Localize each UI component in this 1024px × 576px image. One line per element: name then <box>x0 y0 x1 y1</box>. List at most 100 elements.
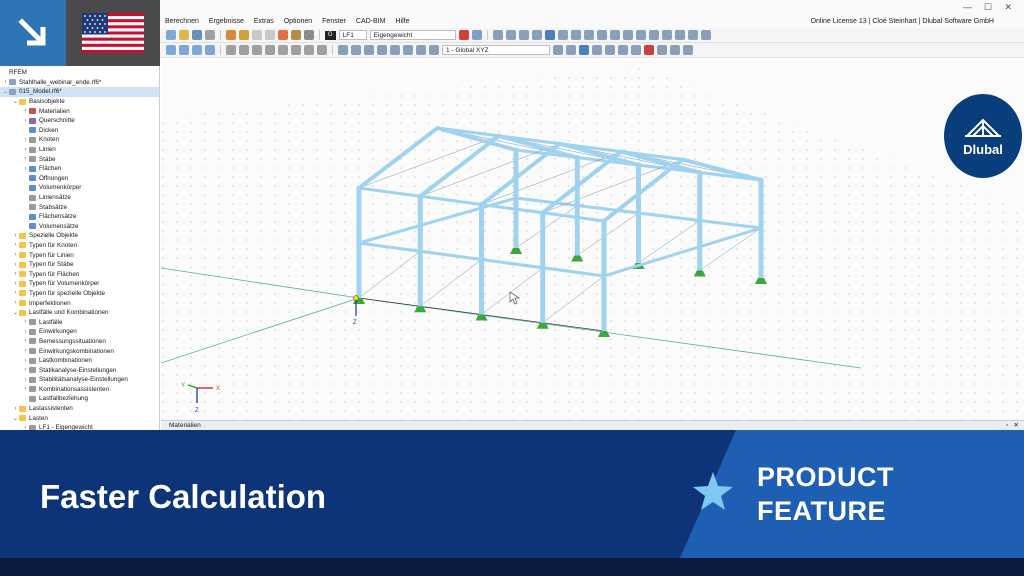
layer-icon[interactable] <box>674 30 685 40</box>
minimize-button[interactable]: — <box>963 2 972 12</box>
measure-icon[interactable] <box>648 30 659 40</box>
grid-icon[interactable] <box>622 30 633 40</box>
tree-toggle-icon[interactable]: › <box>2 79 9 85</box>
tree-toggle-icon[interactable]: › <box>12 262 19 268</box>
coordinate-system-combo[interactable]: 1 - Global XYZ <box>442 45 550 55</box>
eye-icon[interactable] <box>618 45 628 55</box>
mirror-icon[interactable] <box>239 45 249 55</box>
tree-item[interactable]: ⌄ Lastfälle und Kombinationen <box>0 308 159 318</box>
tree-item[interactable]: ⌄ Lasten <box>0 413 159 423</box>
panel-restore-icon[interactable]: ▫ <box>1006 421 1008 430</box>
tree-item[interactable]: › Imperfektionen <box>0 298 159 308</box>
tree-item[interactable]: › Lastfälle <box>0 317 159 327</box>
tree-item[interactable]: › Stabilitätsanalyse-Einstellungen <box>0 375 159 385</box>
table-icon[interactable] <box>304 30 314 40</box>
load-case-id-combo[interactable]: LF1 <box>338 30 367 40</box>
model-viewport[interactable]: Z X Y Z Dlubal <box>161 58 1024 420</box>
tree-toggle-icon[interactable]: › <box>12 290 19 296</box>
more-icon[interactable] <box>683 45 693 55</box>
tree-item[interactable]: RFEM <box>0 68 159 78</box>
tree-toggle-icon[interactable]: › <box>22 377 29 383</box>
tree-toggle-icon[interactable]: › <box>22 147 29 153</box>
tree-item[interactable]: › Typen für Volumenkörper <box>0 279 159 289</box>
select-icon[interactable] <box>166 45 176 55</box>
tree-toggle-icon[interactable]: › <box>12 233 19 239</box>
tree-toggle-icon[interactable]: › <box>22 319 29 325</box>
snap-icon[interactable] <box>635 30 646 40</box>
tree-item[interactable]: › Typen für spezielle Objekte <box>0 289 159 299</box>
section-icon[interactable] <box>583 30 594 40</box>
menu-optionen[interactable]: Optionen <box>279 18 317 25</box>
tree-item[interactable]: Volumenkörper <box>0 183 159 193</box>
menu-extras[interactable]: Extras <box>249 18 279 25</box>
menu-fenster[interactable]: Fenster <box>317 18 351 25</box>
tree-item[interactable]: › Materialien <box>0 106 159 116</box>
view-cube-icon[interactable] <box>544 30 555 40</box>
tree-toggle-icon[interactable]: › <box>12 300 19 306</box>
tree-item[interactable]: › Stäbe <box>0 154 159 164</box>
results-icon[interactable] <box>239 30 249 40</box>
tree-toggle-icon[interactable]: › <box>22 156 29 162</box>
tree-item[interactable]: › Statikanalyse-Einstellungen <box>0 365 159 375</box>
redo-icon[interactable] <box>265 30 275 40</box>
tree-item[interactable]: › Querschnitte <box>0 116 159 126</box>
rotate-icon[interactable] <box>226 45 236 55</box>
new-file-icon[interactable] <box>166 30 176 40</box>
tree-item[interactable]: Stabsätze <box>0 202 159 212</box>
transparency-icon[interactable] <box>592 45 602 55</box>
tree-toggle-icon[interactable]: › <box>22 329 29 335</box>
menu-berechnen[interactable]: Berechnen <box>160 18 204 25</box>
open-folder-icon[interactable] <box>179 30 189 40</box>
divide-icon[interactable] <box>265 45 275 55</box>
tree-item[interactable]: › Typen für Knoten <box>0 241 159 251</box>
move-icon[interactable] <box>192 45 202 55</box>
lighting-icon[interactable] <box>605 45 615 55</box>
calculate-icon[interactable] <box>226 30 236 40</box>
tree-item[interactable]: › Einwirkungskombinationen <box>0 346 159 356</box>
tree-toggle-icon[interactable]: › <box>12 406 19 412</box>
tree-toggle-icon[interactable]: › <box>22 386 29 392</box>
delete-icon[interactable] <box>644 45 654 55</box>
solid-icon[interactable] <box>566 45 576 55</box>
line-icon[interactable] <box>505 30 516 40</box>
tree-item[interactable]: › Kombinationsassistenten <box>0 385 159 395</box>
tree-item[interactable]: › Typen für Flächen <box>0 269 159 279</box>
hide-icon[interactable] <box>631 45 641 55</box>
tree-item[interactable]: › Typen für Stäbe <box>0 260 159 270</box>
tree-item[interactable]: › Flächen <box>0 164 159 174</box>
close-button[interactable]: ✕ <box>1004 2 1012 13</box>
tree-toggle-icon[interactable]: › <box>22 348 29 354</box>
tree-item[interactable]: › Spezielle Objekte <box>0 231 159 241</box>
tree-item[interactable]: › LF1 - Eigengewicht <box>0 423 159 430</box>
diagram-icon[interactable] <box>291 30 301 40</box>
print-icon[interactable] <box>205 30 215 40</box>
surface-icon[interactable] <box>531 30 542 40</box>
extrude-icon[interactable] <box>291 45 301 55</box>
tree-item[interactable]: › Linien <box>0 145 159 155</box>
offset-icon[interactable] <box>304 45 314 55</box>
tree-toggle-icon[interactable]: › <box>12 252 19 258</box>
window-icon[interactable] <box>670 45 680 55</box>
tree-toggle-icon[interactable]: › <box>22 367 29 373</box>
node-icon[interactable] <box>492 30 503 40</box>
tree-toggle-icon[interactable]: › <box>12 271 19 277</box>
hinge-icon[interactable] <box>570 30 581 40</box>
guide-icon[interactable] <box>609 30 620 40</box>
tree-toggle-icon[interactable]: › <box>22 137 29 143</box>
tree-toggle-icon[interactable]: ⌄ <box>2 88 9 95</box>
tree-item[interactable]: Flächensätze <box>0 212 159 222</box>
filter-icon[interactable] <box>179 45 189 55</box>
scale-icon[interactable] <box>252 45 262 55</box>
top-view-icon[interactable] <box>429 45 439 55</box>
tree-toggle-icon[interactable]: ⌄ <box>12 98 19 105</box>
orbit-icon[interactable] <box>377 45 387 55</box>
maximize-button[interactable]: ☐ <box>984 2 992 13</box>
tree-item[interactable]: Lastfallbeziehung <box>0 394 159 404</box>
member-icon[interactable] <box>518 30 529 40</box>
menu-cad-bim[interactable]: CAD-BIM <box>351 18 391 25</box>
tree-item[interactable]: › Stahlhalle_webinar_ende.rf6* <box>0 78 159 88</box>
save-icon[interactable] <box>192 30 202 40</box>
pan-icon[interactable] <box>364 45 374 55</box>
support-icon[interactable] <box>557 30 568 40</box>
load-case-name-combo[interactable]: Eigengewicht <box>369 30 456 40</box>
